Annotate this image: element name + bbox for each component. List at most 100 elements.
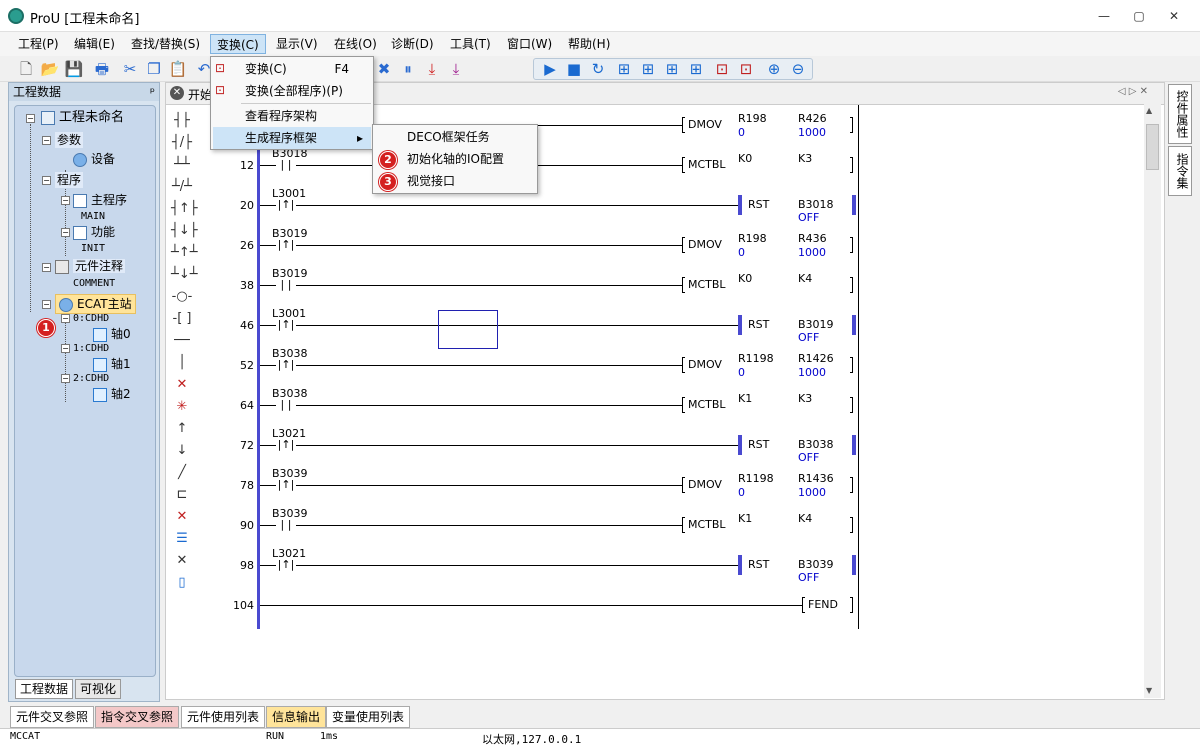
new-file-icon[interactable]: 🗋 <box>16 59 36 79</box>
contact-symbol[interactable]: |↑| <box>276 358 296 372</box>
zoom-out-icon[interactable]: ⊖ <box>788 59 808 79</box>
tree-params[interactable]: 参数 <box>55 132 84 148</box>
delete-branch-icon[interactable]: ✕ <box>171 509 193 524</box>
list-icon[interactable]: ☰ <box>171 531 193 546</box>
tab-instruction-crossref[interactable]: 指令交叉参照 <box>95 706 180 728</box>
download-all-icon[interactable]: ⤓ <box>446 59 466 79</box>
close-tab-icon[interactable]: ✕ <box>170 86 184 100</box>
operand-2[interactable]: R1436 <box>798 472 834 485</box>
submenu-deco-task[interactable]: DECO框架任务 <box>375 126 535 148</box>
write-icon[interactable]: ⊡ <box>712 59 732 79</box>
tree-root[interactable]: 工程未命名 <box>41 110 124 126</box>
menu-find-replace[interactable]: 查找/替换(S) <box>125 34 206 54</box>
tree-axis0[interactable]: 轴0 <box>93 326 131 342</box>
tree-cdhd0[interactable]: 0:CDHD <box>73 311 109 327</box>
contact-symbol[interactable]: |↑| <box>276 438 296 452</box>
tree-comment[interactable]: COMMENT <box>73 276 115 292</box>
vertical-scrollbar[interactable]: ▲ ▼ <box>1144 104 1161 698</box>
maximize-button[interactable]: ▢ <box>1125 6 1153 26</box>
menu-online[interactable]: 在线(O) <box>328 34 383 54</box>
reset-icon[interactable]: ↻ <box>588 59 608 79</box>
branch-icon[interactable]: ⊏ <box>171 487 193 502</box>
menu-item-view-structure[interactable]: 查看程序架构 <box>213 105 371 127</box>
menu-diagnose[interactable]: 诊断(D) <box>385 34 440 54</box>
instruction-name[interactable]: FEND <box>808 598 838 611</box>
menu-project[interactable]: 工程(P) <box>12 34 65 54</box>
close-button[interactable]: ✕ <box>1160 6 1188 26</box>
menu-item-convert-all[interactable]: 变换(全部程序)(P) <box>213 80 371 102</box>
operand-2[interactable]: K3 <box>798 152 812 165</box>
function-block-icon[interactable]: -[ ] <box>171 311 193 326</box>
tree-comment-group[interactable]: 元件注释 <box>55 258 126 274</box>
coil-icon[interactable]: -○- <box>171 289 193 304</box>
stop-icon[interactable]: ■ <box>564 59 584 79</box>
contact-symbol[interactable]: |↑| <box>276 318 296 332</box>
pin-icon[interactable]: ᵖ <box>150 83 155 101</box>
operand-1[interactable]: R198 <box>738 112 767 125</box>
zoom-in-icon[interactable]: ⊕ <box>764 59 784 79</box>
menu-item-generate-framework[interactable]: 生成程序框架 ▸ <box>213 127 371 149</box>
open-icon[interactable]: 📂 <box>40 59 60 79</box>
operand-2[interactable]: B3019 <box>798 318 834 331</box>
contact-symbol[interactable]: |↑| <box>276 558 296 572</box>
tree-axis1[interactable]: 轴1 <box>93 356 131 372</box>
tree-main-program[interactable]: 主程序 <box>73 192 127 208</box>
monitor3-icon[interactable]: ⊞ <box>662 59 682 79</box>
tree-cdhd2[interactable]: 2:CDHD <box>73 371 109 387</box>
print-icon[interactable]: 🖶 <box>92 59 112 79</box>
expander-comment[interactable]: − <box>42 263 51 272</box>
expander-function[interactable]: − <box>61 228 70 237</box>
expander-cdhd1[interactable]: − <box>61 344 70 353</box>
expander-main[interactable]: − <box>61 196 70 205</box>
operand-2[interactable]: R436 <box>798 232 827 245</box>
write2-icon[interactable]: ⊡ <box>736 59 756 79</box>
operand-1[interactable]: K0 <box>738 272 752 285</box>
submenu-vision-interface[interactable]: 视觉接口 <box>375 170 535 192</box>
menu-view[interactable]: 显示(V) <box>270 34 324 54</box>
operand-1[interactable]: K1 <box>738 392 752 405</box>
instruction-name[interactable]: MCTBL <box>688 278 726 291</box>
operand-1[interactable]: R1198 <box>738 472 774 485</box>
operand-2[interactable]: B3018 <box>798 198 834 211</box>
expander-params[interactable]: − <box>42 136 51 145</box>
menu-tools[interactable]: 工具(T) <box>444 34 497 54</box>
menu-help[interactable]: 帮助(H) <box>562 34 616 54</box>
contact-symbol[interactable]: | | <box>276 158 296 172</box>
nc-contact-icon[interactable]: ┤/├ <box>171 135 193 150</box>
instruction-name[interactable]: MCTBL <box>688 398 726 411</box>
parallel-rising-icon[interactable]: ┴↑┴ <box>171 245 198 260</box>
contact-symbol[interactable]: | | <box>276 278 296 292</box>
draw-line-icon[interactable]: ╱ <box>171 465 193 480</box>
tab-element-usage[interactable]: 元件使用列表 <box>181 706 266 728</box>
tab-control-properties[interactable]: 控件属性 <box>1168 84 1192 144</box>
parallel-contact-icon[interactable]: ┴┴ <box>171 157 193 172</box>
instruction-name[interactable]: MCTBL <box>688 158 726 171</box>
tab-visualization[interactable]: 可视化 <box>75 679 122 699</box>
down-arrow-icon[interactable]: ↓ <box>171 443 193 458</box>
operand-2[interactable]: R1426 <box>798 352 834 365</box>
operand-2[interactable]: K4 <box>798 272 812 285</box>
operand-1[interactable]: R1198 <box>738 352 774 365</box>
tree-device[interactable]: 设备 <box>73 151 115 167</box>
tree-main[interactable]: MAIN <box>81 209 105 225</box>
page-icon[interactable]: ▯ <box>171 575 193 590</box>
parallel-nc-icon[interactable]: ┴/┴ <box>171 179 193 194</box>
contact-symbol[interactable]: |↑| <box>276 238 296 252</box>
contact-symbol[interactable]: |↑| <box>276 478 296 492</box>
run-icon[interactable]: ▶ <box>540 59 560 79</box>
operand-2[interactable]: K3 <box>798 392 812 405</box>
cut-icon[interactable]: ✂ <box>120 59 140 79</box>
up-arrow-icon[interactable]: ↑ <box>171 421 193 436</box>
rising-contact-icon[interactable]: ┤↑├ <box>171 201 198 216</box>
scroll-down-icon[interactable]: ▼ <box>1146 686 1152 695</box>
tree-program[interactable]: 程序 <box>55 172 84 188</box>
operand-2[interactable]: B3038 <box>798 438 834 451</box>
download-icon[interactable]: ⤓ <box>422 59 442 79</box>
expander-program[interactable]: − <box>42 176 51 185</box>
no-contact-icon[interactable]: ┤├ <box>171 113 193 128</box>
vline-icon[interactable]: │ <box>171 355 193 370</box>
tree-init[interactable]: INIT <box>81 241 105 257</box>
paste-icon[interactable]: 📋 <box>168 59 188 79</box>
operand-1[interactable]: K1 <box>738 512 752 525</box>
tab-info-output[interactable]: 信息输出 <box>266 706 327 728</box>
